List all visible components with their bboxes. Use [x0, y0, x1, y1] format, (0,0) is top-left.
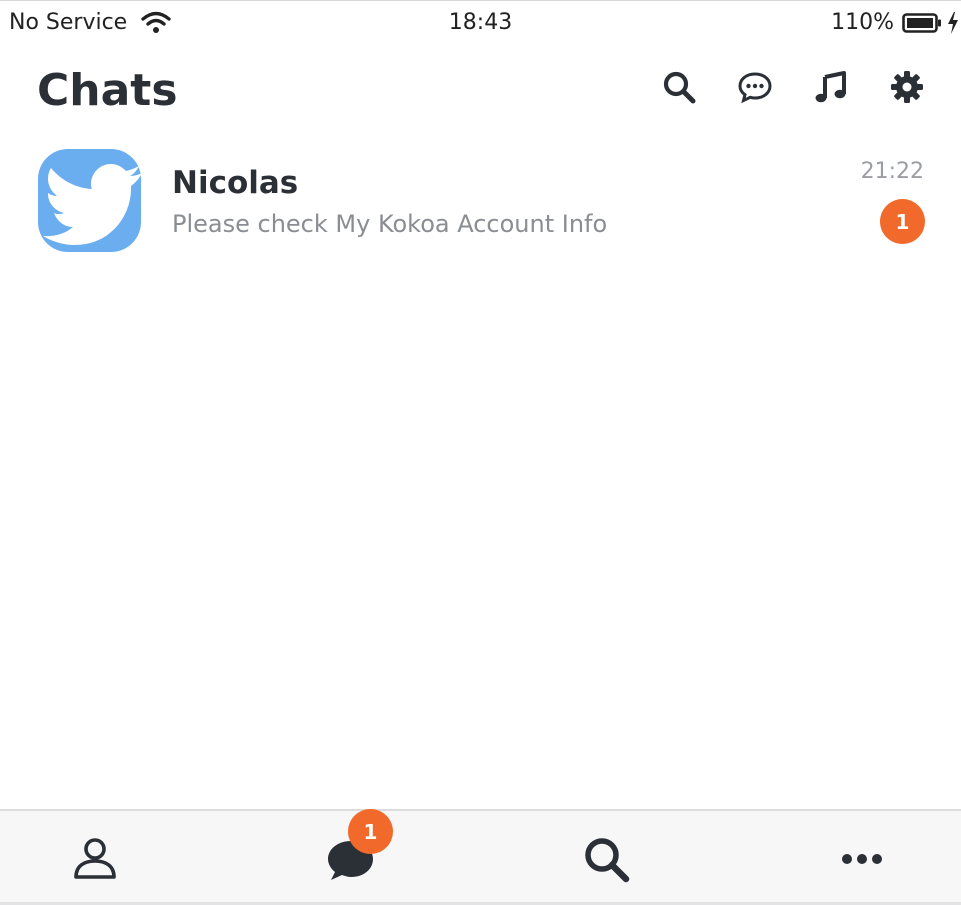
chat-list: Nicolas Please check My Kokoa Account In…: [0, 141, 961, 259]
music-button[interactable]: [811, 67, 851, 107]
music-note-icon: [815, 71, 846, 103]
app-screen: No Service 18:43 110% Chats Nicolas Plea…: [0, 0, 961, 905]
person-icon: [74, 837, 116, 879]
avatar: [38, 149, 141, 252]
tab-friends[interactable]: [45, 811, 145, 905]
status-right: 110%: [831, 9, 961, 37]
charging-bolt-icon: [948, 12, 958, 34]
status-bar: No Service 18:43 110%: [0, 1, 961, 45]
search-icon: [663, 71, 696, 104]
page-title: Chats: [37, 65, 178, 116]
tab-search[interactable]: [556, 811, 656, 905]
chat-bubble-icon: [738, 72, 772, 104]
battery-icon: [902, 13, 941, 33]
more-icon: [842, 853, 882, 864]
header: Chats: [0, 59, 961, 123]
search-icon: [585, 837, 630, 882]
chats-tab-badge: 1: [348, 809, 393, 854]
chat-preview: Please check My Kokoa Account Info: [172, 210, 608, 238]
search-button[interactable]: [659, 67, 699, 107]
chat-list-item[interactable]: Nicolas Please check My Kokoa Account In…: [0, 141, 961, 259]
tab-bar: 1: [0, 809, 961, 905]
twitter-bird-icon: [43, 164, 141, 245]
chat-name: Nicolas: [172, 165, 299, 201]
tab-more[interactable]: [812, 811, 912, 905]
battery-percent: 110%: [831, 10, 894, 35]
settings-button[interactable]: [887, 67, 927, 107]
gear-icon: [891, 71, 923, 103]
new-chat-button[interactable]: [735, 67, 775, 107]
chat-time: 21:22: [860, 159, 924, 184]
header-actions: [623, 67, 927, 107]
status-time: 18:43: [448, 10, 513, 35]
unread-badge: 1: [880, 199, 925, 244]
